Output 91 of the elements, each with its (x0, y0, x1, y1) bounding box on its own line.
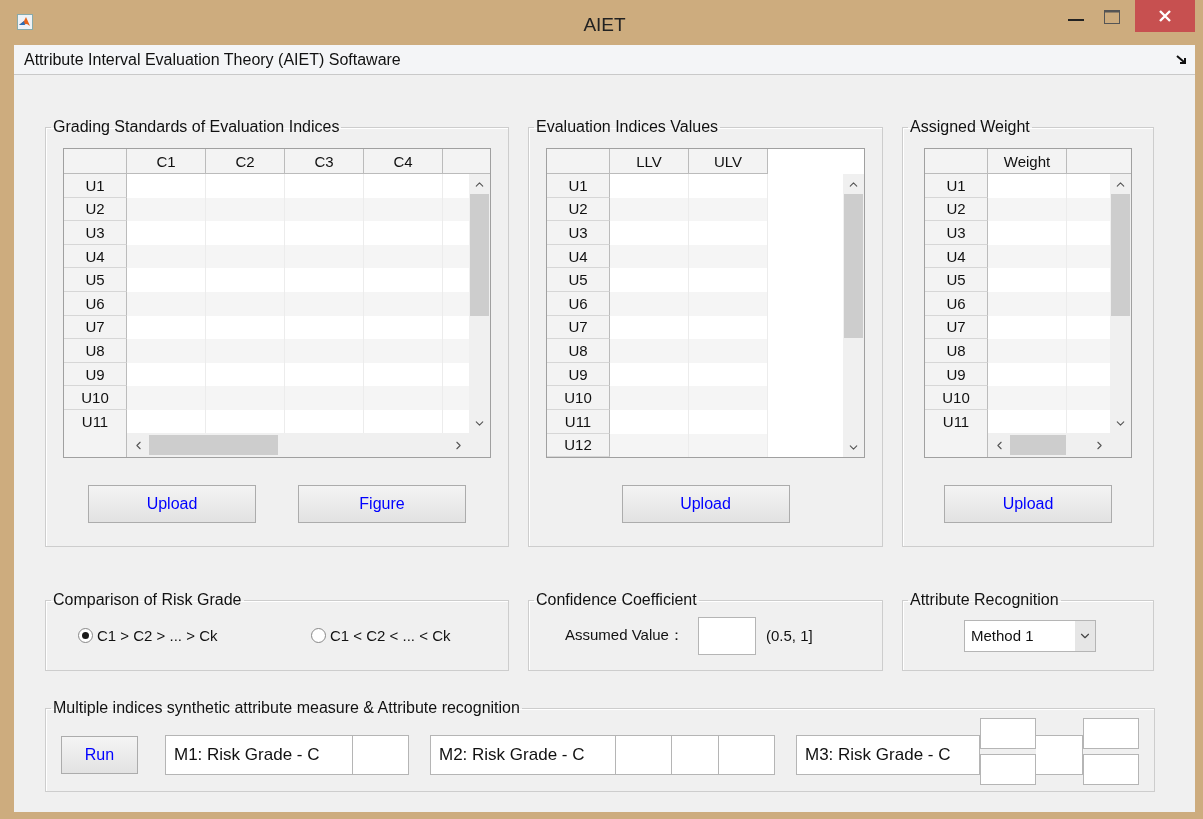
row-header: U7 (64, 315, 127, 340)
row-header: U10 (547, 386, 610, 410)
panel-title: Multiple indices synthetic attribute measure & Attribute recognition (52, 699, 521, 717)
row-header: U7 (925, 315, 988, 340)
panel-title: Confidence Coefficient (535, 591, 698, 609)
vertical-scrollbar[interactable] (843, 174, 864, 457)
panel-title: Assigned Weight (909, 118, 1031, 136)
row-header: U4 (547, 244, 610, 269)
row-header: U11 (64, 409, 127, 433)
vertical-scrollbar[interactable] (469, 174, 490, 433)
row-header: U9 (925, 362, 988, 387)
row-header: U1 (64, 174, 127, 198)
range-text: (0.5, 1] (765, 627, 813, 644)
arrow-icon[interactable] (1176, 54, 1187, 65)
row-header: U8 (925, 339, 988, 363)
column-header: C1 (127, 149, 206, 174)
vertical-scrollbar[interactable] (1110, 174, 1131, 433)
output-field (353, 735, 409, 775)
panel-title: Evaluation Indices Values (535, 118, 720, 136)
radio-option[interactable]: C1 < C2 < ... < Ck (311, 627, 491, 644)
result-field: M3: Risk Grade - C (796, 735, 980, 775)
push-button[interactable]: Figure (298, 485, 466, 523)
scrollbar-thumb[interactable] (1010, 435, 1066, 455)
row-header: U6 (925, 291, 988, 316)
panel-title: Attribute Recognition (909, 591, 1060, 609)
row-header: U5 (547, 268, 610, 292)
output-field (980, 754, 1036, 785)
row-header: U8 (547, 339, 610, 363)
scrollbar-thumb[interactable] (149, 435, 278, 455)
output-field (980, 718, 1036, 749)
row-header: U9 (64, 362, 127, 387)
column-header: ULV (689, 149, 768, 174)
output-field (1083, 718, 1139, 749)
radio-icon[interactable] (78, 628, 93, 643)
row-header: U9 (547, 362, 610, 387)
row-header: U10 (64, 386, 127, 410)
scrollbar-thumb[interactable] (470, 194, 489, 316)
scrollbar-thumb[interactable] (844, 194, 863, 338)
output-field (1036, 735, 1083, 775)
row-header: U2 (925, 197, 988, 222)
run-button[interactable]: Run (61, 736, 138, 774)
row-header: U1 (925, 174, 988, 198)
output-field (672, 735, 719, 775)
horizontal-scrollbar[interactable] (127, 433, 469, 457)
column-header: Weight (988, 149, 1067, 174)
row-header: U8 (64, 339, 127, 363)
row-header: U11 (925, 409, 988, 433)
result-field: M1: Risk Grade - C (165, 735, 353, 775)
row-header: U3 (925, 221, 988, 245)
row-header: U2 (547, 197, 610, 222)
column-header: C4 (364, 149, 443, 174)
panel-title: Grading Standards of Evaluation Indices (52, 118, 341, 136)
output-field (719, 735, 775, 775)
row-header: U1 (547, 174, 610, 198)
input-field[interactable] (697, 616, 756, 655)
radio-icon[interactable] (311, 628, 326, 643)
row-header: U12 (547, 433, 610, 457)
radio-option[interactable]: C1 > C2 > ... > Ck (78, 627, 311, 644)
column-header: LLV (610, 149, 689, 174)
push-button[interactable]: Upload (621, 485, 790, 523)
row-header: U2 (64, 197, 127, 222)
row-header: U3 (547, 221, 610, 245)
field-label: Assumed Value： (565, 626, 684, 645)
row-header: U5 (64, 268, 127, 292)
panel-title: Comparison of Risk Grade (52, 591, 243, 609)
close-button[interactable] (1135, 0, 1195, 32)
column-header: C2 (206, 149, 285, 174)
push-button[interactable]: Upload (88, 485, 256, 523)
logo-icon (17, 14, 33, 30)
output-field (616, 735, 672, 775)
close-icon[interactable] (1158, 9, 1172, 23)
maximize-icon[interactable] (1104, 10, 1120, 24)
row-header: U3 (64, 221, 127, 245)
scrollbar-thumb[interactable] (1111, 194, 1130, 316)
push-button[interactable]: Upload (944, 485, 1112, 523)
column-header: C3 (285, 149, 364, 174)
toolbar-title: Attribute Interval Evaluation Theory (AIET) Softaware (24, 50, 401, 69)
row-header: U10 (925, 386, 988, 410)
row-header: U5 (925, 268, 988, 292)
row-header: U4 (925, 244, 988, 269)
row-header: U11 (547, 409, 610, 434)
row-header: U7 (547, 315, 610, 340)
row-header: U4 (64, 244, 127, 269)
result-field: M2: Risk Grade - C (430, 735, 616, 775)
method-dropdown[interactable]: Method 1 (964, 619, 1096, 652)
horizontal-scrollbar[interactable] (988, 433, 1110, 457)
row-header: U6 (547, 291, 610, 316)
dropdown-icon[interactable] (1075, 620, 1095, 651)
window-title: AIET (583, 14, 626, 36)
row-header: U6 (64, 291, 127, 316)
output-field (1083, 754, 1139, 785)
